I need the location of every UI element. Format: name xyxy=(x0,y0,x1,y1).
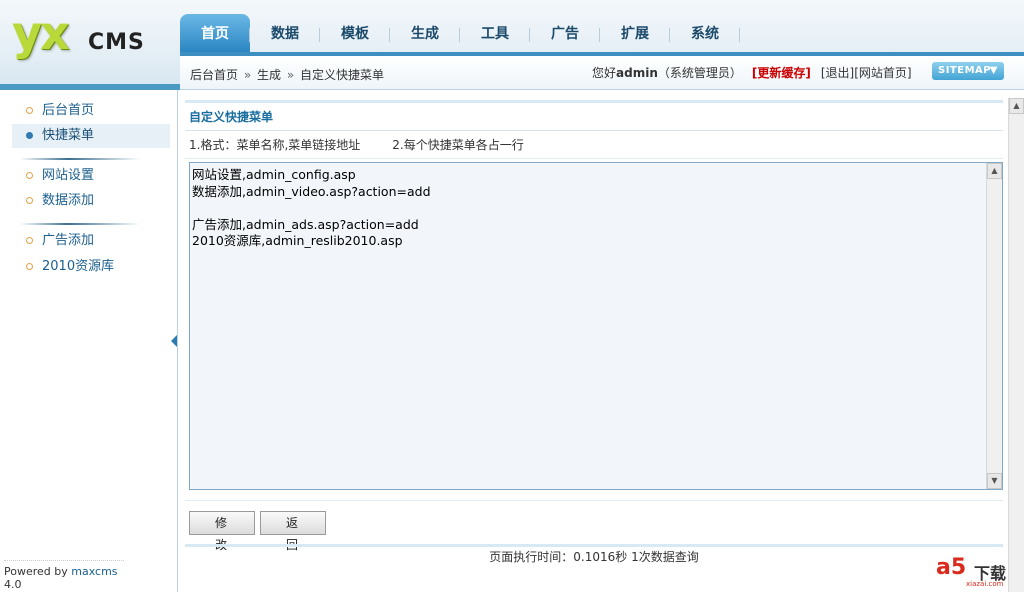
sidebar-divider xyxy=(20,223,140,225)
scroll-down-icon[interactable]: ▼ xyxy=(987,473,1002,489)
user-bar: 您好admin（系统管理员） [更新缓存] [退出][网站首页] xyxy=(592,64,912,81)
form-actions: 修 改 返 回 xyxy=(185,500,1003,552)
sidebar-item-site-settings[interactable]: 网站设置 xyxy=(12,164,170,188)
scroll-up-icon[interactable]: ▲ xyxy=(987,163,1002,179)
breadcrumb-section[interactable]: 生成 xyxy=(257,68,281,82)
modify-button[interactable]: 修 改 xyxy=(189,511,255,552)
main-content: 自定义快捷菜单 1.格式：菜单名称,菜单链接地址 2.每个快捷菜单各占一行 ▲ ▼… xyxy=(179,90,1008,592)
watermark-mark: a5 xyxy=(936,555,967,580)
shortcut-panel: 自定义快捷菜单 1.格式：菜单名称,菜单链接地址 2.每个快捷菜单各占一行 ▲ ▼… xyxy=(185,100,1003,564)
powered-brand[interactable]: maxcms xyxy=(71,565,117,578)
main-nav: 首页 数据 模板 生成 工具 广告 扩展 系统 xyxy=(180,0,1024,56)
powered-by: Powered by maxcms 4.0 xyxy=(4,560,124,591)
page-scrollbar[interactable]: ▲ xyxy=(1008,98,1024,592)
bullet-icon xyxy=(26,237,33,244)
sidebar-item-label: 网站设置 xyxy=(42,168,95,183)
shortcut-editor-frame: ▲ ▼ xyxy=(189,162,1003,490)
watermark-sub: xiazai.com xyxy=(966,580,1004,588)
refresh-cache-link[interactable]: [更新缓存] xyxy=(752,66,811,80)
powered-version: 4.0 xyxy=(4,578,22,591)
page-title: 自定义快捷菜单 xyxy=(185,103,1003,131)
logout-link[interactable]: [退出] xyxy=(821,66,854,80)
bullet-icon xyxy=(26,197,33,204)
nav-tab-tools[interactable]: 工具 xyxy=(460,14,530,52)
nav-tab-extend[interactable]: 扩展 xyxy=(600,14,670,52)
powered-prefix: Powered by xyxy=(4,565,72,578)
breadcrumb-home[interactable]: 后台首页 xyxy=(190,68,238,82)
sidebar-item-add-data[interactable]: 数据添加 xyxy=(12,189,170,213)
format-hint-2: 2.每个快捷菜单各占一行 xyxy=(392,138,524,152)
sidebar-item-label: 快捷菜单 xyxy=(42,128,95,143)
sidebar-item-add-ad[interactable]: 广告添加 xyxy=(12,229,170,253)
bullet-icon xyxy=(26,263,33,270)
nav-tab-system[interactable]: 系统 xyxy=(670,14,740,52)
crumb-bar: 后台首页 » 生成 » 自定义快捷菜单 您好admin（系统管理员） [更新缓存]… xyxy=(180,56,1024,90)
logo[interactable]: yx CMS xyxy=(12,6,172,68)
sidebar-item-label: 数据添加 xyxy=(42,193,95,208)
nav-tab-template[interactable]: 模板 xyxy=(320,14,390,52)
collapse-sidebar-icon[interactable] xyxy=(171,335,177,347)
panel-bottom-rule xyxy=(185,544,1003,547)
nav-tab-ads[interactable]: 广告 xyxy=(530,14,600,52)
nav-tab-data[interactable]: 数据 xyxy=(250,14,320,52)
a5-watermark-logo: a5 下载 xiazai.com xyxy=(936,555,1020,589)
site-home-link[interactable]: [网站首页] xyxy=(854,66,911,80)
sidebar-item-reslib[interactable]: 2010资源库 xyxy=(12,255,170,279)
header: yx CMS 首页 数据 模板 生成 工具 广告 扩展 系统 后台首页 » 生成… xyxy=(0,0,1024,90)
sidebar: 后台首页 快捷菜单 网站设置 数据添加 广告添加 2010资源库 Powered… xyxy=(0,90,178,592)
shortcut-menu-textarea[interactable] xyxy=(190,163,986,489)
breadcrumb-separator: » xyxy=(286,68,295,82)
nav-tab-generate[interactable]: 生成 xyxy=(390,14,460,52)
sidebar-item-label: 后台首页 xyxy=(42,103,95,118)
sidebar-divider xyxy=(20,158,140,160)
format-hint-1: 1.格式：菜单名称,菜单链接地址 xyxy=(189,138,361,152)
sitemap-button[interactable]: SITEMAP ▼ xyxy=(932,62,1004,80)
bullet-icon xyxy=(26,132,33,139)
editor-scrollbar[interactable]: ▲ ▼ xyxy=(986,163,1002,489)
username: admin xyxy=(616,66,658,80)
breadcrumb-current: 自定义快捷菜单 xyxy=(300,68,385,82)
chevron-down-icon: ▼ xyxy=(989,65,998,76)
sidebar-item-label: 广告添加 xyxy=(42,233,95,248)
back-button[interactable]: 返 回 xyxy=(260,511,326,552)
breadcrumb-separator: » xyxy=(243,68,252,82)
scroll-up-icon[interactable]: ▲ xyxy=(1009,98,1024,114)
format-hint: 1.格式：菜单名称,菜单链接地址 2.每个快捷菜单各占一行 xyxy=(185,131,1003,159)
bullet-icon xyxy=(26,107,33,114)
breadcrumb: 后台首页 » 生成 » 自定义快捷菜单 xyxy=(190,66,384,83)
sitemap-label: SITEMAP xyxy=(938,65,992,76)
bullet-icon xyxy=(26,172,33,179)
nav-tab-home[interactable]: 首页 xyxy=(180,14,250,52)
sidebar-item-home[interactable]: 后台首页 xyxy=(12,99,170,123)
greeting-text: 您好 xyxy=(592,66,617,80)
sidebar-item-shortcut-menu[interactable]: 快捷菜单 xyxy=(12,124,170,148)
logo-text: CMS xyxy=(88,30,145,55)
sidebar-item-label: 2010资源库 xyxy=(42,259,115,274)
user-role: （系统管理员） xyxy=(657,66,742,80)
exec-time-status: 页面执行时间：0.1016秒 1次数据查询 xyxy=(489,550,699,564)
logo-mark: yx xyxy=(12,6,70,60)
